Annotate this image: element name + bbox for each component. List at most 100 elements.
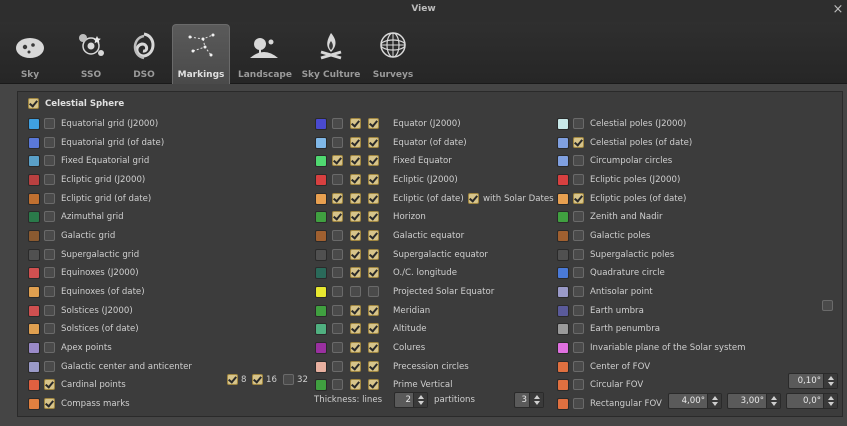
color-swatch-button[interactable] xyxy=(557,398,569,411)
tab-dso[interactable]: DSO xyxy=(124,24,164,84)
color-swatch-button[interactable] xyxy=(315,118,327,130)
color-swatch-button[interactable] xyxy=(557,267,569,280)
option-checkbox-2[interactable] xyxy=(350,342,361,354)
show-checkbox[interactable] xyxy=(573,136,584,148)
color-swatch-button[interactable] xyxy=(557,230,569,243)
option-checkbox-1[interactable] xyxy=(332,248,343,260)
show-checkbox[interactable] xyxy=(44,192,55,204)
color-swatch-button[interactable] xyxy=(315,248,327,261)
show-checkbox[interactable] xyxy=(573,230,584,242)
option-checkbox-3[interactable] xyxy=(368,230,379,242)
show-checkbox[interactable] xyxy=(44,136,55,148)
option-checkbox-1[interactable] xyxy=(332,323,343,335)
show-checkbox[interactable] xyxy=(573,304,584,316)
partitions-spinbox[interactable]: 3 xyxy=(514,392,544,408)
color-swatch-button[interactable] xyxy=(557,211,569,224)
color-swatch-button[interactable] xyxy=(557,342,569,355)
color-swatch-button[interactable] xyxy=(315,267,327,280)
color-swatch-button[interactable] xyxy=(28,360,40,373)
option-checkbox-2[interactable] xyxy=(350,304,361,316)
close-button[interactable]: × xyxy=(831,2,845,18)
option-checkbox-3[interactable] xyxy=(368,360,379,372)
option-checkbox-1[interactable] xyxy=(332,304,343,316)
option-checkbox-2[interactable] xyxy=(350,136,361,148)
option-checkbox-3[interactable] xyxy=(368,379,379,391)
option-checkbox-3[interactable] xyxy=(368,267,379,279)
option-checkbox-3[interactable] xyxy=(368,211,379,223)
color-swatch-button[interactable] xyxy=(28,267,40,280)
option-checkbox-3[interactable] xyxy=(368,192,379,204)
option-checkbox-2[interactable] xyxy=(350,211,361,223)
show-checkbox[interactable] xyxy=(573,211,584,223)
tab-sky-culture[interactable]: Sky Culture xyxy=(300,24,362,84)
option-checkbox-3[interactable] xyxy=(368,136,379,148)
show-checkbox[interactable] xyxy=(573,248,584,260)
show-checkbox[interactable] xyxy=(44,286,55,298)
tab-sky[interactable]: Sky xyxy=(10,24,50,84)
option-checkbox-1[interactable] xyxy=(332,360,343,372)
option-checkbox-2[interactable] xyxy=(350,230,361,242)
color-swatch-button[interactable] xyxy=(28,211,40,224)
color-swatch-button[interactable] xyxy=(315,286,327,299)
show-checkbox[interactable] xyxy=(44,155,55,167)
color-swatch-button[interactable] xyxy=(28,342,40,355)
spinbox-arrows-icon[interactable] xyxy=(529,393,543,407)
show-checkbox[interactable] xyxy=(573,379,584,391)
show-checkbox[interactable] xyxy=(44,304,55,316)
color-swatch-button[interactable] xyxy=(28,398,40,411)
show-checkbox[interactable] xyxy=(44,118,55,129)
tab-surveys[interactable]: Surveys xyxy=(370,24,416,84)
show-checkbox[interactable] xyxy=(573,398,584,410)
option-checkbox-3[interactable] xyxy=(368,118,379,129)
option-checkbox-1[interactable] xyxy=(332,342,343,354)
color-swatch-button[interactable] xyxy=(28,155,40,168)
color-swatch-button[interactable] xyxy=(28,323,40,336)
color-swatch-button[interactable] xyxy=(557,286,569,299)
color-swatch-button[interactable] xyxy=(557,248,569,261)
celestial-sphere-checkbox[interactable] xyxy=(28,98,39,109)
color-swatch-button[interactable] xyxy=(315,230,327,243)
option-checkbox-3[interactable] xyxy=(368,342,379,354)
option-checkbox-1[interactable] xyxy=(332,230,343,242)
tab-sso[interactable]: SSO xyxy=(70,24,112,84)
option-checkbox-2[interactable] xyxy=(350,323,361,335)
color-swatch-button[interactable] xyxy=(28,230,40,243)
show-checkbox[interactable] xyxy=(44,360,55,372)
option-checkbox-1[interactable] xyxy=(332,211,343,223)
color-swatch-button[interactable] xyxy=(315,211,327,224)
color-swatch-button[interactable] xyxy=(315,379,327,392)
option-checkbox-3[interactable] xyxy=(368,323,379,335)
color-swatch-button[interactable] xyxy=(557,304,569,317)
color-swatch-button[interactable] xyxy=(557,192,569,205)
color-swatch-button[interactable] xyxy=(557,118,569,130)
color-swatch-button[interactable] xyxy=(28,304,40,317)
color-swatch-button[interactable] xyxy=(315,155,327,168)
color-swatch-button[interactable] xyxy=(28,379,40,392)
option-checkbox-3[interactable] xyxy=(368,286,379,298)
cardinal-16-checkbox[interactable] xyxy=(252,374,263,385)
show-checkbox[interactable] xyxy=(573,192,584,204)
color-swatch-button[interactable] xyxy=(28,174,40,186)
option-checkbox-3[interactable] xyxy=(368,304,379,316)
option-checkbox-1[interactable] xyxy=(332,155,343,167)
option-checkbox-3[interactable] xyxy=(368,248,379,260)
show-checkbox[interactable] xyxy=(573,360,584,372)
show-checkbox[interactable] xyxy=(44,211,55,223)
color-swatch-button[interactable] xyxy=(28,192,40,205)
show-checkbox[interactable] xyxy=(44,267,55,279)
option-checkbox-2[interactable] xyxy=(350,379,361,391)
option-checkbox-2[interactable] xyxy=(350,118,361,129)
option-checkbox-1[interactable] xyxy=(332,174,343,185)
spinbox-arrows-icon[interactable] xyxy=(823,374,837,388)
option-checkbox-1[interactable] xyxy=(332,192,343,204)
spinbox-arrows-icon[interactable] xyxy=(413,393,427,407)
option-checkbox-1[interactable] xyxy=(332,118,343,129)
cardinal-8-checkbox[interactable] xyxy=(227,374,238,385)
color-swatch-button[interactable] xyxy=(315,136,327,149)
show-checkbox[interactable] xyxy=(44,398,55,410)
color-swatch-button[interactable] xyxy=(557,155,569,168)
show-checkbox[interactable] xyxy=(573,118,584,129)
spinbox-arrows-icon[interactable] xyxy=(823,394,837,408)
color-swatch-button[interactable] xyxy=(315,192,327,205)
show-checkbox[interactable] xyxy=(44,379,55,391)
